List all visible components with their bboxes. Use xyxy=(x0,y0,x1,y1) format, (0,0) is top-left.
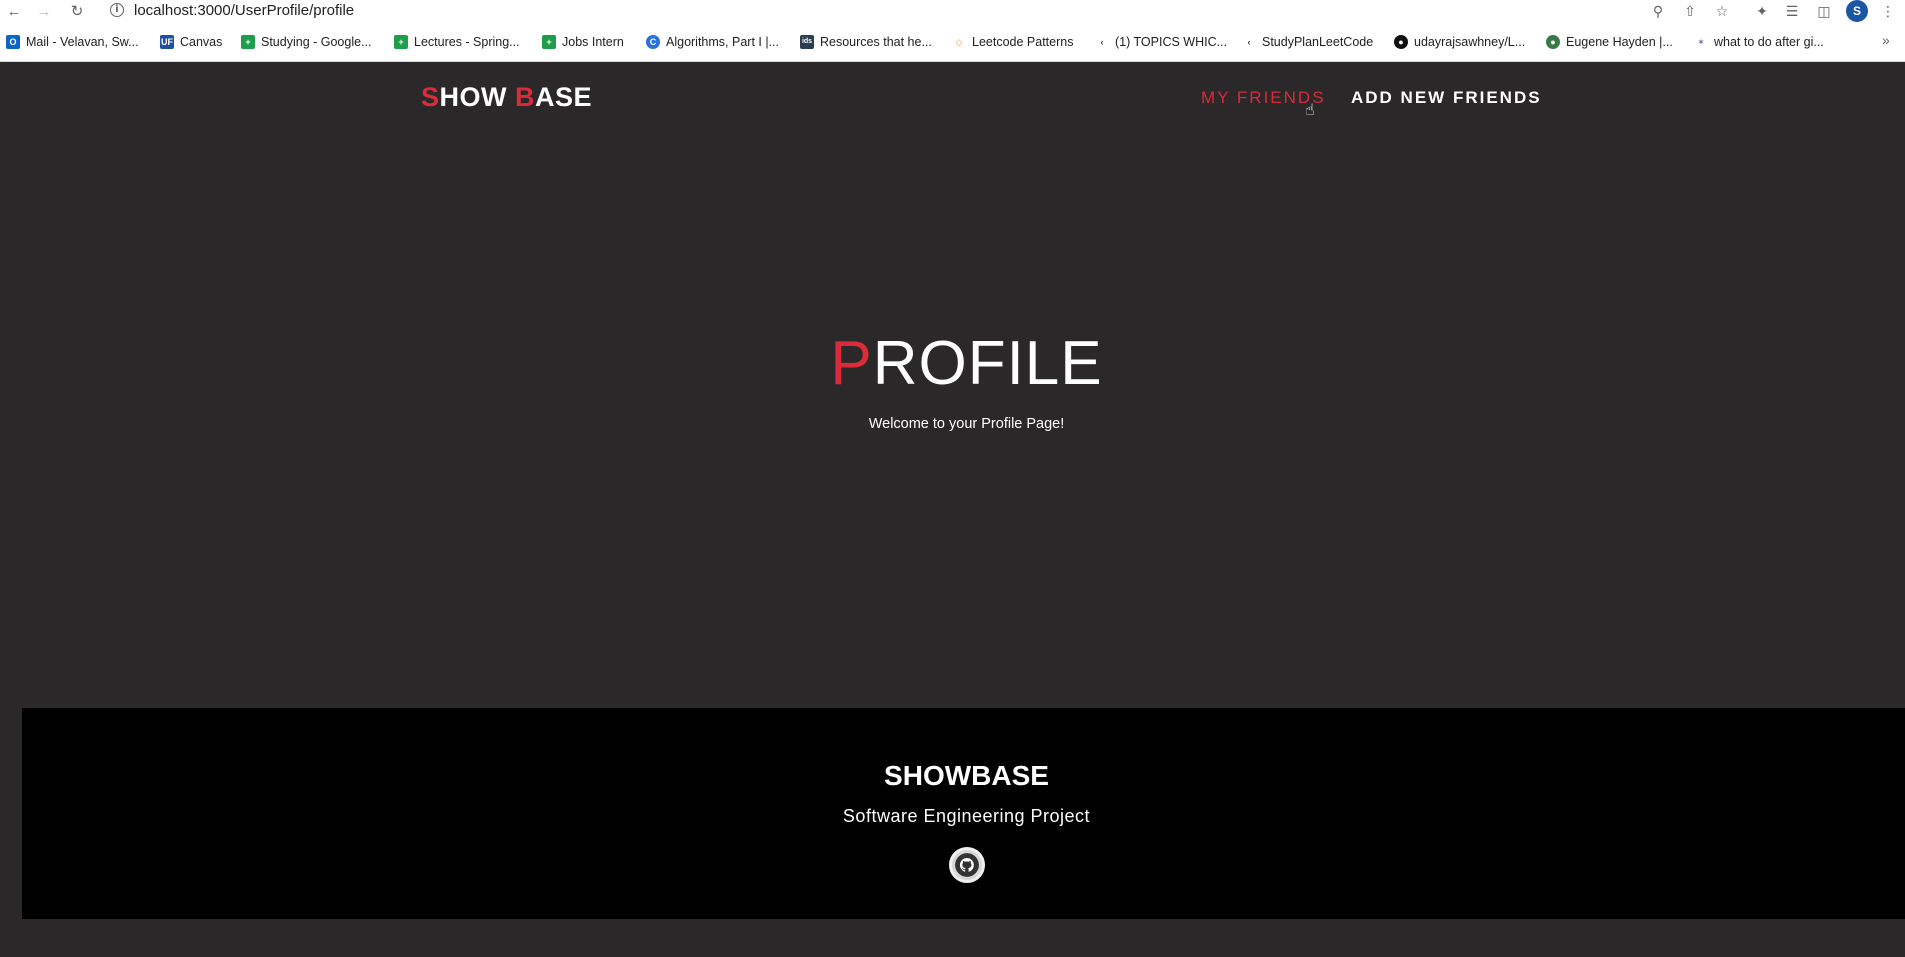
bookmark-label: Resources that he... xyxy=(820,35,932,49)
bookmark-label: Leetcode Patterns xyxy=(972,35,1074,49)
page-subtitle: Welcome to your Profile Page! xyxy=(868,416,1065,432)
footer-title: SHOWBASE xyxy=(884,760,1049,791)
ids-icon: ids xyxy=(800,35,814,49)
back-arrow-icon[interactable]: ← xyxy=(4,1,24,21)
uf-icon: UF xyxy=(160,35,174,49)
media-queue-icon[interactable]: ☰ xyxy=(1782,1,1802,21)
spark-icon: ✶ xyxy=(1697,37,1705,47)
logo-text-how: HOW xyxy=(439,82,516,112)
bookmark-item[interactable]: ● Eugene Hayden |... xyxy=(1546,32,1673,52)
menu-kebab-icon[interactable]: ⋮ xyxy=(1878,1,1898,21)
profile-icon: ● xyxy=(1546,35,1560,49)
bookmark-item[interactable]: ‹ (1) TOPICS WHIC... xyxy=(1095,32,1228,52)
bookmark-item[interactable]: ✶ what to do after gi... xyxy=(1694,32,1824,52)
logo-letter-s: S xyxy=(421,82,440,112)
site-logo[interactable]: SHOW BASE xyxy=(421,82,592,113)
site-info-icon[interactable]: i xyxy=(110,3,124,17)
bookmark-item[interactable]: ids Resources that he... xyxy=(800,32,932,52)
leetcode-icon: ‹ xyxy=(1100,37,1104,47)
reload-icon[interactable]: ↻ xyxy=(67,1,87,21)
bookmark-item[interactable]: ◇ Leetcode Patterns xyxy=(952,32,1074,52)
bookmark-label: Canvas xyxy=(180,35,223,49)
pointer-cursor-icon: ☝ xyxy=(1305,102,1315,119)
logo-letter-b: B xyxy=(515,82,536,112)
github-icon: ● xyxy=(1394,35,1408,49)
bookmark-item[interactable]: ● udayrajsawhney/L... xyxy=(1394,32,1525,52)
bookmark-label: Algorithms, Part I |... xyxy=(666,35,780,49)
bookmark-label: Jobs Intern xyxy=(562,35,624,49)
bookmark-item[interactable]: C Algorithms, Part I |... xyxy=(646,32,779,52)
bookmark-label: what to do after gi... xyxy=(1714,35,1824,49)
footer-subtitle: Software Engineering Project xyxy=(842,806,1091,826)
nav-add-new-friends-link[interactable]: ADD NEW FRIENDS xyxy=(1351,88,1542,108)
star-icon[interactable]: ☆ xyxy=(1712,1,1732,21)
browser-toolbar: ← → ↻ i localhost:3000/UserProfile/profi… xyxy=(0,0,1905,22)
github-logo-svg xyxy=(955,853,979,877)
sheets-icon: + xyxy=(394,35,408,49)
bookmark-item[interactable]: + Jobs Intern xyxy=(542,32,624,52)
bookmark-item[interactable]: + Studying - Google... xyxy=(241,32,371,52)
outlook-icon: O xyxy=(6,35,20,49)
profile-avatar[interactable]: S xyxy=(1846,0,1868,22)
title-rest: ROFILE xyxy=(872,329,1103,398)
github-icon[interactable] xyxy=(949,847,985,883)
bookmark-label: Studying - Google... xyxy=(261,35,372,49)
bookmark-label: (1) TOPICS WHIC... xyxy=(1115,35,1228,49)
coursera-icon: C xyxy=(646,35,660,49)
bookmarks-bar: O Mail - Velavan, Sw... UF Canvas + Stud… xyxy=(0,32,1905,54)
sheets-icon: + xyxy=(241,35,255,49)
forward-arrow-icon[interactable]: → xyxy=(34,1,54,21)
page-title: PROFILE xyxy=(0,328,1905,399)
site-page: SHOW BASE MY FRIENDS ADD NEW FRIENDS ☝ P… xyxy=(0,62,1905,957)
bookmark-item[interactable]: O Mail - Velavan, Sw... xyxy=(6,32,139,52)
bookmark-label: Lectures - Spring... xyxy=(414,35,520,49)
logo-text-ase: ASE xyxy=(535,82,593,112)
leetcode-icon: ‹ xyxy=(1247,37,1251,47)
site-footer: SHOWBASE Software Engineering Project xyxy=(22,708,1905,919)
key-icon[interactable]: ⚲ xyxy=(1648,1,1668,21)
bookmark-label: StudyPlanLeetCode xyxy=(1262,35,1374,49)
leetcode-patterns-icon: ◇ xyxy=(955,37,963,47)
sheets-icon: + xyxy=(542,35,556,49)
title-first-letter: P xyxy=(830,329,873,398)
side-panel-icon[interactable]: ◫ xyxy=(1814,1,1834,21)
more-bookmarks-chevron-icon[interactable]: » xyxy=(1882,32,1890,48)
extensions-icon[interactable]: ✦ xyxy=(1752,1,1772,21)
browser-chrome: ← → ↻ i localhost:3000/UserProfile/profi… xyxy=(0,0,1905,62)
address-bar[interactable]: localhost:3000/UserProfile/profile xyxy=(134,1,354,21)
bookmark-label: Eugene Hayden |... xyxy=(1566,35,1673,49)
share-icon[interactable]: ⇧ xyxy=(1680,1,1700,21)
bookmark-item[interactable]: + Lectures - Spring... xyxy=(394,32,520,52)
bookmark-item[interactable]: UF Canvas xyxy=(160,32,222,52)
bookmark-label: Mail - Velavan, Sw... xyxy=(26,35,139,49)
bookmark-label: udayrajsawhney/L... xyxy=(1414,35,1526,49)
bookmark-item[interactable]: ‹ StudyPlanLeetCode xyxy=(1242,32,1374,52)
